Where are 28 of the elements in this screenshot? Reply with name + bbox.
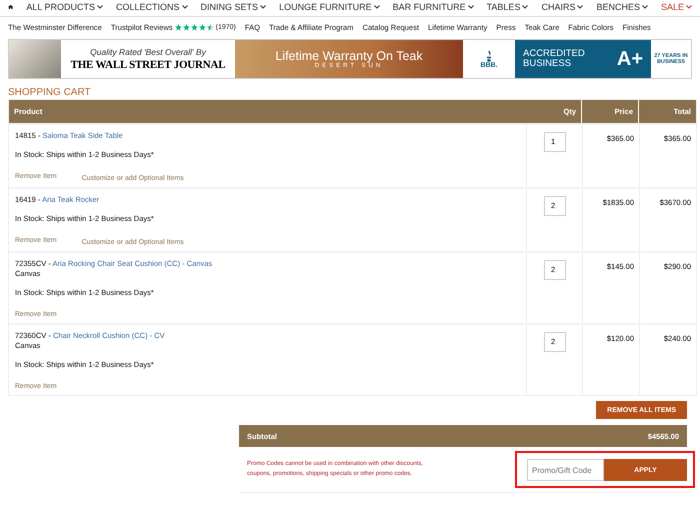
- promo-code-field[interactable]: Promo/Gift Code: [527, 459, 604, 481]
- newspaper-name: THE WALL STREET JOURNAL: [70, 59, 226, 71]
- chevron-icon: [97, 5, 104, 9]
- chevron-icon: [260, 5, 266, 9]
- home-icon[interactable]: [8, 3, 14, 11]
- chevron-icon: [522, 5, 528, 9]
- chevron-icon: [468, 5, 474, 9]
- nav-menu-item[interactable]: TABLES: [486, 2, 528, 12]
- rating-text: A+: [616, 48, 643, 70]
- torch-icon: [485, 50, 493, 62]
- newspaper-photo-placeholder: [9, 40, 61, 78]
- chevron-icon: [182, 5, 188, 9]
- accredited-text: ACCREDITED BUSINESS: [523, 48, 586, 70]
- nav-menu-item[interactable]: SALE: [660, 2, 692, 12]
- chevron-icon: [374, 5, 380, 9]
- banner-title: Lifetime Warranty On Teak: [275, 49, 423, 63]
- nav-menu-item[interactable]: DINING SETS: [200, 2, 266, 12]
- chevron-icon: [642, 5, 648, 9]
- nav-menu-item[interactable]: BENCHES: [596, 2, 648, 12]
- nav-menu-item[interactable]: BAR FURNITURE: [392, 2, 474, 12]
- nav-menu-item[interactable]: ALL PRODUCTS: [26, 2, 104, 12]
- chevron-icon: [577, 5, 584, 9]
- chevron-icon: [686, 5, 692, 9]
- wsj-tagline: Quality Rated 'Best Overall' By: [90, 47, 206, 57]
- page-title: SHOPPING CART: [8, 87, 92, 98]
- nav-menu-item[interactable]: COLLECTIONS: [116, 2, 188, 12]
- nav-menu-item[interactable]: CHAIRS: [541, 2, 584, 12]
- nav-menu-item[interactable]: LOUNGE FURNITURE: [279, 2, 380, 12]
